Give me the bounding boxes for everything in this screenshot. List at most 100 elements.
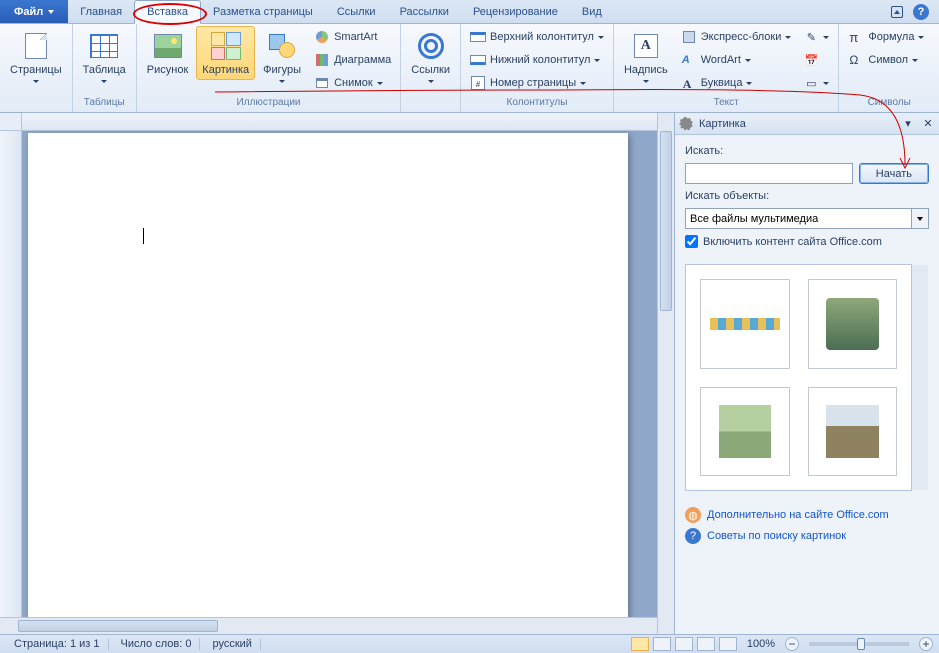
clipart-result-item[interactable] bbox=[700, 279, 790, 369]
datetime-icon: 📅 bbox=[803, 52, 819, 68]
group-tables: Таблица Таблицы bbox=[73, 24, 137, 112]
smartart-icon bbox=[316, 31, 328, 43]
group-label: Иллюстрации bbox=[141, 95, 396, 110]
clipart-result-item[interactable] bbox=[700, 387, 790, 477]
search-input[interactable] bbox=[685, 163, 853, 184]
search-label: Искать: bbox=[685, 145, 929, 157]
view-print-layout-button[interactable] bbox=[631, 637, 649, 651]
pagenumber-icon: # bbox=[471, 76, 485, 90]
shapes-icon bbox=[269, 34, 295, 58]
chevron-down-icon bbox=[911, 209, 928, 228]
object-button[interactable]: ▭ bbox=[798, 72, 834, 94]
wordart-button[interactable]: AWordArt bbox=[676, 49, 797, 71]
header-button[interactable]: Верхний колонтитул bbox=[465, 26, 609, 48]
footer-icon bbox=[470, 55, 486, 65]
include-office-checkbox-input[interactable] bbox=[685, 235, 698, 248]
status-page[interactable]: Страница: 1 из 1 bbox=[6, 638, 109, 650]
help-icon: ? bbox=[685, 528, 701, 544]
view-draft-button[interactable] bbox=[719, 637, 737, 651]
taskpane-close-button[interactable]: ✕ bbox=[921, 117, 935, 131]
textbox-icon: A bbox=[634, 34, 658, 58]
links-button[interactable]: Ссылки bbox=[405, 26, 456, 87]
zoom-in-button[interactable]: + bbox=[919, 637, 933, 651]
table-icon bbox=[90, 34, 118, 58]
quickparts-button[interactable]: Экспресс-блоки bbox=[676, 26, 797, 48]
link-more-office[interactable]: ◍Дополнительно на сайте Office.com bbox=[685, 507, 929, 523]
clipart-results bbox=[685, 264, 912, 491]
tab-layout[interactable]: Разметка страницы bbox=[201, 0, 325, 23]
view-web-button[interactable] bbox=[675, 637, 693, 651]
results-scrollbar[interactable] bbox=[911, 265, 928, 490]
picture-icon bbox=[154, 34, 182, 58]
view-outline-button[interactable] bbox=[697, 637, 715, 651]
symbol-button[interactable]: ΩСимвол bbox=[843, 49, 929, 71]
group-headerfooter: Верхний колонтитул Нижний колонтитул #Но… bbox=[461, 24, 614, 112]
chart-icon bbox=[316, 54, 328, 66]
clipart-button[interactable]: Картинка bbox=[196, 26, 255, 80]
dropcap-button[interactable]: AБуквица bbox=[676, 72, 797, 94]
clipart-result-item[interactable] bbox=[808, 387, 898, 477]
screenshot-icon bbox=[316, 78, 328, 88]
zoom-out-button[interactable]: − bbox=[785, 637, 799, 651]
footer-button[interactable]: Нижний колонтитул bbox=[465, 49, 609, 71]
objects-label: Искать объекты: bbox=[685, 190, 929, 202]
quickparts-icon bbox=[683, 31, 695, 43]
tab-home[interactable]: Главная bbox=[68, 0, 134, 23]
gear-icon[interactable] bbox=[679, 117, 693, 131]
search-go-button[interactable]: Начать bbox=[859, 163, 929, 184]
tab-mailings[interactable]: Рассылки bbox=[388, 0, 461, 23]
vertical-scrollbar[interactable] bbox=[657, 113, 674, 634]
document-pane bbox=[0, 113, 674, 634]
group-links: Ссылки bbox=[401, 24, 461, 112]
vertical-ruler[interactable] bbox=[0, 131, 22, 634]
picture-button[interactable]: Рисунок bbox=[141, 26, 195, 80]
clipart-result-item[interactable] bbox=[808, 279, 898, 369]
smartart-button[interactable]: SmartArt bbox=[309, 26, 396, 48]
zoom-slider[interactable] bbox=[809, 642, 909, 646]
status-words[interactable]: Число слов: 0 bbox=[113, 638, 201, 650]
include-office-checkbox[interactable]: Включить контент сайта Office.com bbox=[685, 235, 929, 248]
tab-view[interactable]: Вид bbox=[570, 0, 614, 23]
horizontal-scrollbar[interactable] bbox=[0, 617, 657, 634]
document-page[interactable] bbox=[28, 133, 628, 634]
tab-references[interactable]: Ссылки bbox=[325, 0, 388, 23]
ribbon-tabs: Файл Главная Вставка Разметка страницы С… bbox=[0, 0, 939, 24]
status-bar: Страница: 1 из 1 Число слов: 0 русский 1… bbox=[0, 634, 939, 653]
help-icon[interactable]: ? bbox=[913, 4, 929, 20]
pagenumber-button[interactable]: #Номер страницы bbox=[465, 72, 609, 94]
tab-insert[interactable]: Вставка bbox=[134, 0, 201, 24]
group-label: Текст bbox=[618, 95, 834, 110]
objects-combo-value: Все файлы мультимедиа bbox=[690, 213, 818, 225]
group-label: Символы bbox=[843, 95, 935, 110]
objects-combo[interactable]: Все файлы мультимедиа bbox=[685, 208, 929, 229]
view-fullscreen-button[interactable] bbox=[653, 637, 671, 651]
dropcap-icon: A bbox=[683, 77, 695, 89]
taskpane-title: Картинка bbox=[699, 118, 895, 130]
textbox-button[interactable]: A Надпись bbox=[618, 26, 674, 87]
clipart-icon bbox=[211, 32, 241, 60]
ribbon: Страницы Таблица Таблицы Рисунок Картинк… bbox=[0, 24, 939, 113]
link-search-tips[interactable]: ?Советы по поиску картинок bbox=[685, 528, 929, 544]
taskpane-dropdown-button[interactable]: ▾ bbox=[901, 117, 915, 131]
shapes-button[interactable]: Фигуры bbox=[257, 26, 307, 87]
group-label bbox=[4, 95, 68, 110]
table-button[interactable]: Таблица bbox=[77, 26, 132, 87]
equation-button[interactable]: πФормула bbox=[843, 26, 929, 48]
equation-icon: π bbox=[849, 30, 863, 44]
minimize-ribbon-button[interactable] bbox=[891, 6, 903, 18]
horizontal-ruler[interactable] bbox=[22, 113, 674, 131]
zoom-level[interactable]: 100% bbox=[747, 638, 775, 650]
group-label: Колонтитулы bbox=[465, 95, 609, 110]
clipart-taskpane: Картинка ▾ ✕ Искать: Начать Искать объек… bbox=[674, 113, 939, 634]
signature-button[interactable]: ✎ bbox=[798, 26, 834, 48]
tab-file[interactable]: Файл bbox=[0, 0, 68, 23]
screenshot-button[interactable]: Снимок bbox=[309, 72, 396, 94]
chart-button[interactable]: Диаграмма bbox=[309, 49, 396, 71]
text-cursor bbox=[143, 228, 144, 244]
status-language[interactable]: русский bbox=[204, 638, 260, 650]
link-icon bbox=[412, 28, 449, 65]
pages-button[interactable]: Страницы bbox=[4, 26, 68, 87]
header-icon bbox=[470, 32, 486, 42]
tab-review[interactable]: Рецензирование bbox=[461, 0, 570, 23]
datetime-button[interactable]: 📅 bbox=[798, 49, 834, 71]
